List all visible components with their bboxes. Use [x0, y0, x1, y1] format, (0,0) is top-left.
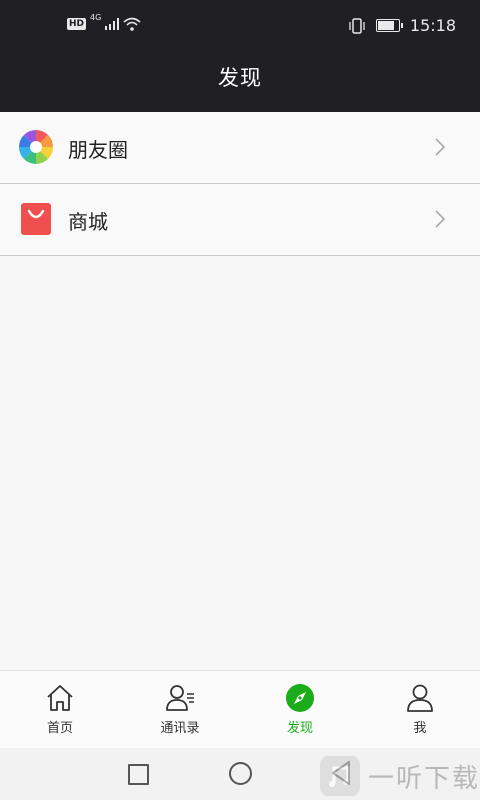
list-item-label: 朋友圈	[68, 138, 128, 162]
home-icon	[47, 685, 73, 711]
list-item-moments[interactable]: 朋友圈	[0, 112, 480, 184]
battery-fill	[377, 21, 395, 30]
home-button[interactable]	[229, 762, 252, 785]
page-title: 发现	[218, 66, 262, 90]
network-type: 4G	[90, 13, 102, 22]
chevron-right-icon	[435, 138, 446, 156]
status-time: 15:18	[409, 16, 456, 35]
chevron-right-icon	[435, 210, 446, 228]
tab-label: 通讯录	[160, 721, 200, 736]
tab-home[interactable]: 首页	[0, 671, 120, 749]
list-item-mall[interactable]: 商城	[0, 184, 480, 256]
moments-aperture-icon	[19, 130, 53, 164]
compass-icon	[286, 684, 314, 712]
recent-apps-button[interactable]	[128, 764, 149, 785]
watermark-text: 一听下载	[368, 763, 480, 794]
wifi-icon	[123, 17, 141, 31]
tab-label: 发现	[286, 721, 313, 736]
hd-badge: HD	[67, 18, 87, 30]
battery-icon	[375, 19, 403, 32]
signal-icon	[105, 18, 120, 30]
status-bar: HD 4G 15:18	[0, 0, 480, 56]
bottom-tab-bar: 首页 通讯录 发现 我	[0, 670, 480, 749]
discover-list: 朋友圈 商城	[0, 112, 480, 256]
vibrate-icon	[349, 17, 365, 34]
shopping-bag-icon	[21, 203, 51, 235]
top-bar: HD 4G 15:18 发现	[0, 0, 480, 112]
tab-discover[interactable]: 发现	[240, 671, 360, 749]
tab-label: 我	[413, 721, 427, 736]
status-right: 15:18	[348, 16, 456, 35]
tab-label: 首页	[46, 721, 73, 736]
contacts-icon	[166, 685, 194, 711]
list-item-label: 商城	[68, 210, 108, 234]
watermark-logo	[320, 756, 360, 796]
tab-contacts[interactable]: 通讯录	[120, 671, 240, 749]
watermark: 一听下载	[320, 756, 480, 796]
person-icon	[407, 684, 433, 712]
tab-me[interactable]: 我	[360, 671, 480, 749]
status-left: HD 4G	[67, 13, 141, 31]
